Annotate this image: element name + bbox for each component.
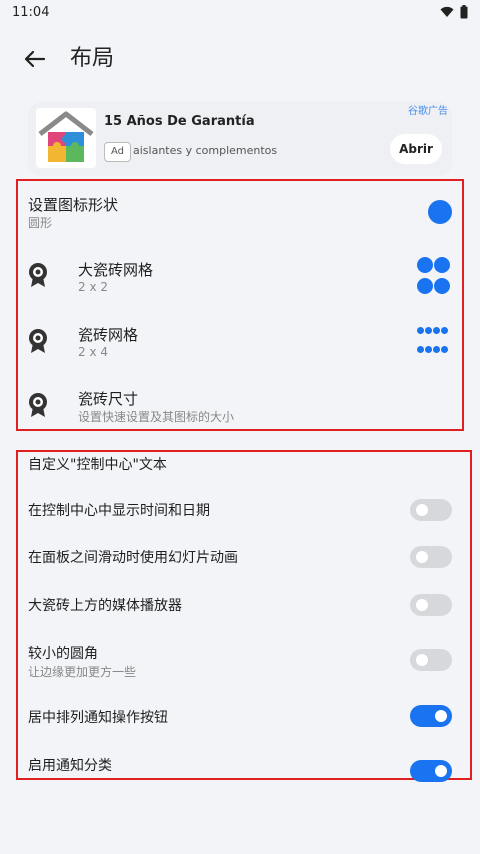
icon-shape-title: 设置图标形状 (28, 196, 119, 214)
notification-categories-toggle[interactable] (410, 760, 452, 782)
ad-label: 谷歌广告 (408, 106, 448, 117)
ad-badge: Ad (104, 142, 132, 162)
app-bar: 布局 (0, 36, 480, 82)
toggle-row-title: 居中排列通知操作按钮 (28, 710, 168, 726)
battery-icon (460, 5, 468, 19)
toggle-row-title: 在控制中心中显示时间和日期 (28, 503, 210, 519)
media-player-toggle[interactable] (410, 594, 452, 616)
badge-icon (29, 393, 47, 417)
big-tile-grid-value: 2 x 2 (78, 280, 108, 294)
arrow-back-icon (24, 50, 46, 68)
status-time: 11:04 (12, 4, 50, 20)
center-notification-buttons-toggle[interactable] (410, 705, 452, 727)
time-date-toggle[interactable] (410, 499, 452, 521)
tile-size-subtitle: 设置快速设置及其图标的大小 (78, 410, 235, 424)
ad-image (36, 108, 96, 168)
smaller-corners-toggle[interactable] (410, 649, 452, 671)
big-tile-grid-title: 大瓷砖网格 (78, 261, 154, 279)
toggle-row-title: 较小的圆角 (28, 646, 98, 662)
icon-shape-value: 圆形 (28, 216, 53, 230)
tile-grid-title: 瓷砖网格 (78, 326, 139, 344)
navigation-bar (0, 810, 480, 854)
slide-animation-toggle[interactable] (410, 546, 452, 568)
toggle-row-title: 启用通知分类 (28, 758, 112, 774)
ad-banner[interactable]: 15 Años De Garantía Ad aislantes y compl… (28, 102, 452, 176)
toggle-row-title: 大瓷砖上方的媒体播放器 (28, 598, 182, 614)
ad-description: aislantes y complementos (133, 144, 278, 157)
badge-icon (29, 329, 47, 353)
wifi-icon (440, 6, 454, 17)
house-puzzle-icon (38, 111, 94, 162)
back-button[interactable] (20, 44, 50, 74)
toggle-row-title: 在面板之间滑动时使用幻灯片动画 (28, 550, 238, 566)
tile-size-title: 瓷砖尺寸 (78, 390, 139, 408)
status-bar: 11:04 (0, 0, 480, 24)
ad-open-button[interactable]: Abrir (390, 134, 442, 164)
badge-icon (29, 263, 47, 287)
control-center-header[interactable]: 自定义"控制中心"文本 (28, 454, 167, 474)
page-title: 布局 (70, 46, 115, 71)
toggle-row-subtitle: 让边缘更加更方一些 (28, 665, 137, 679)
circle-shape-icon (428, 200, 452, 224)
ad-title: 15 Años De Garantía (104, 114, 255, 129)
tile-grid-value: 2 x 4 (78, 345, 108, 359)
